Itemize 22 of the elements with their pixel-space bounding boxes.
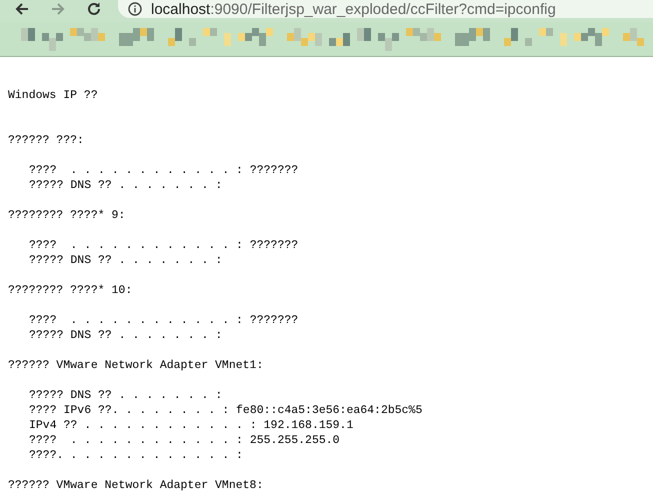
output-line: ???? . . . . . . . . . . . . : 255.255.255.0	[29, 433, 340, 448]
output-line: ????? DNS ?? . . . . . . . :	[29, 388, 222, 403]
output-heading: ???????? ????* 9:	[8, 208, 126, 223]
output-heading: ???????? ????* 10:	[8, 283, 132, 298]
reload-icon[interactable]	[86, 1, 102, 17]
output-heading: ?????? ???:	[8, 133, 84, 148]
output-line: ????? DNS ?? . . . . . . . :	[29, 253, 222, 268]
output-line: ????? DNS ?? . . . . . . . :	[29, 328, 222, 343]
output-line: ????? DNS ?? . . . . . . . :	[29, 178, 222, 193]
output-heading: ?????? VMware Network Adapter VMnet8:	[8, 478, 264, 493]
output-line: ???? . . . . . . . . . . . . : ???????	[29, 238, 298, 253]
output-heading: ?????? VMware Network Adapter VMnet1:	[8, 358, 264, 373]
info-icon[interactable]	[128, 2, 142, 16]
output-line: IPv4 ?? . . . . . . . . . . . . : 192.168.159.1	[29, 418, 354, 433]
output-line: ????. . . . . . . . . . . . . :	[29, 448, 243, 463]
output-line: ???? IPv6 ??. . . . . . . . : fe80::c4a5:3e56:ea64:2b5c%5	[29, 403, 422, 418]
output-line: ???? . . . . . . . . . . . . : ???????	[29, 313, 298, 328]
url-text: localhost:9090/Filterjsp_war_exploded/ccFilter?cmd=ipconfig	[151, 0, 556, 18]
address-bar[interactable]: localhost:9090/Filterjsp_war_exploded/ccFilter?cmd=ipconfig	[118, 0, 653, 18]
output-line: ???? . . . . . . . . . . . . : ???????	[29, 163, 298, 178]
back-icon[interactable]	[14, 1, 30, 17]
output-heading: Windows IP ??	[8, 88, 98, 103]
